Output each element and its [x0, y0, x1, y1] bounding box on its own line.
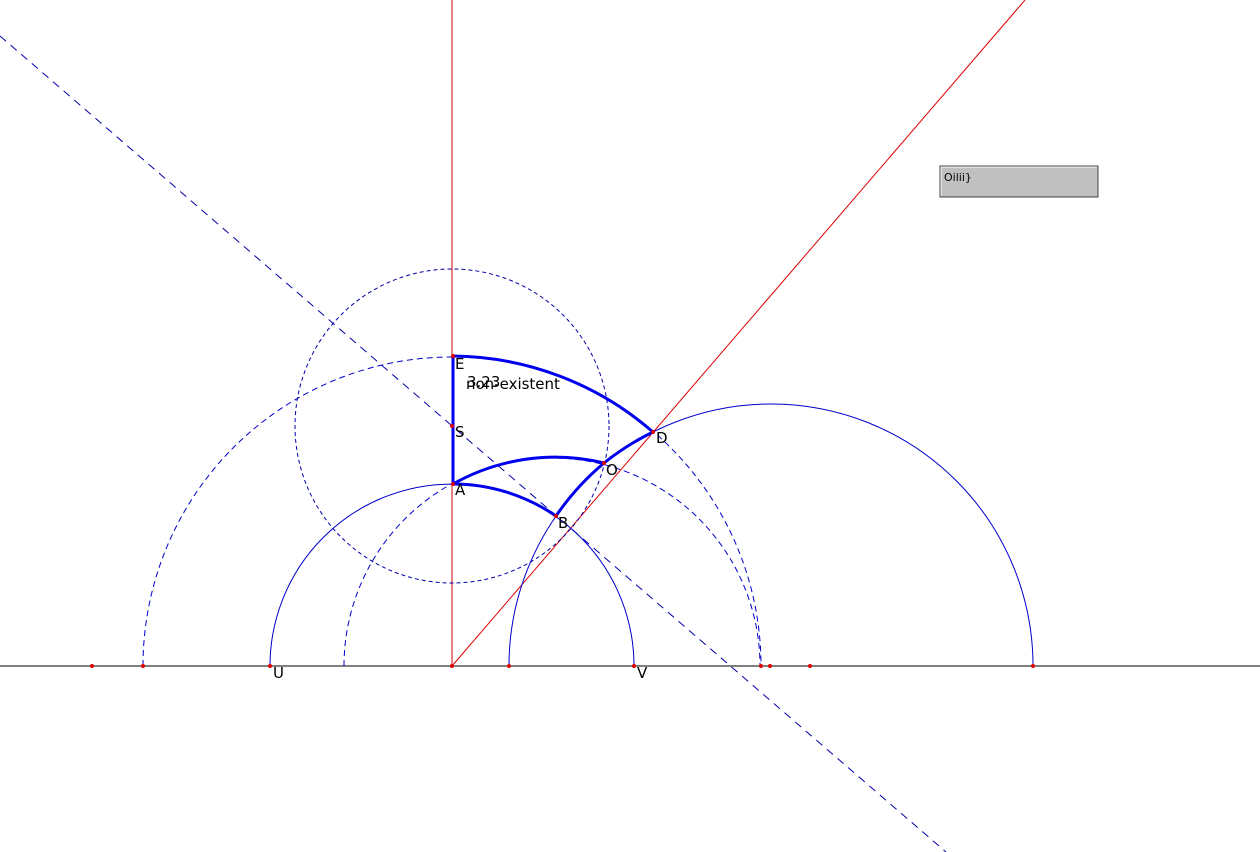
point-axis-1[interactable] [90, 664, 94, 668]
point-s[interactable] [450, 424, 454, 428]
dashed-semicircle-mid[interactable] [343, 457, 761, 667]
action-button-label: Oilii} [944, 171, 972, 184]
edge-a-o[interactable] [452, 455, 605, 486]
point-axis-7[interactable] [1031, 664, 1035, 668]
label-o: O [606, 461, 618, 479]
label-a: A [455, 481, 466, 499]
label-u: U [273, 664, 284, 682]
nonexistent-text: non-existent [466, 375, 560, 393]
point-origin[interactable] [450, 664, 454, 668]
edge-e-d[interactable] [452, 354, 654, 434]
point-axis-2[interactable] [141, 664, 145, 668]
label-e: E [455, 355, 464, 373]
label-d: D [656, 429, 668, 447]
dashed-diagonal-line[interactable] [0, 35, 947, 852]
edge-a-b[interactable] [452, 482, 557, 518]
point-markers [90, 354, 1035, 668]
geometry-canvas[interactable]: E S A B O D U V 3.23 non-existent Oilii} [0, 0, 1260, 852]
action-button[interactable]: Oilii} [939, 165, 1099, 198]
point-u[interactable] [268, 664, 272, 668]
point-axis-5[interactable] [768, 664, 772, 668]
point-axis-6[interactable] [808, 664, 812, 668]
solid-semicircle-right[interactable] [508, 403, 1034, 667]
point-v[interactable] [632, 664, 636, 668]
label-s: S [455, 423, 465, 441]
point-axis-4[interactable] [759, 664, 763, 668]
label-b: B [558, 514, 568, 532]
edge-o-d[interactable] [603, 430, 654, 465]
red-diagonal-line[interactable] [451, 0, 1026, 667]
edge-b-o[interactable] [554, 461, 605, 517]
label-v: V [637, 664, 648, 682]
point-axis-3[interactable] [507, 664, 511, 668]
point-d[interactable] [651, 430, 655, 434]
